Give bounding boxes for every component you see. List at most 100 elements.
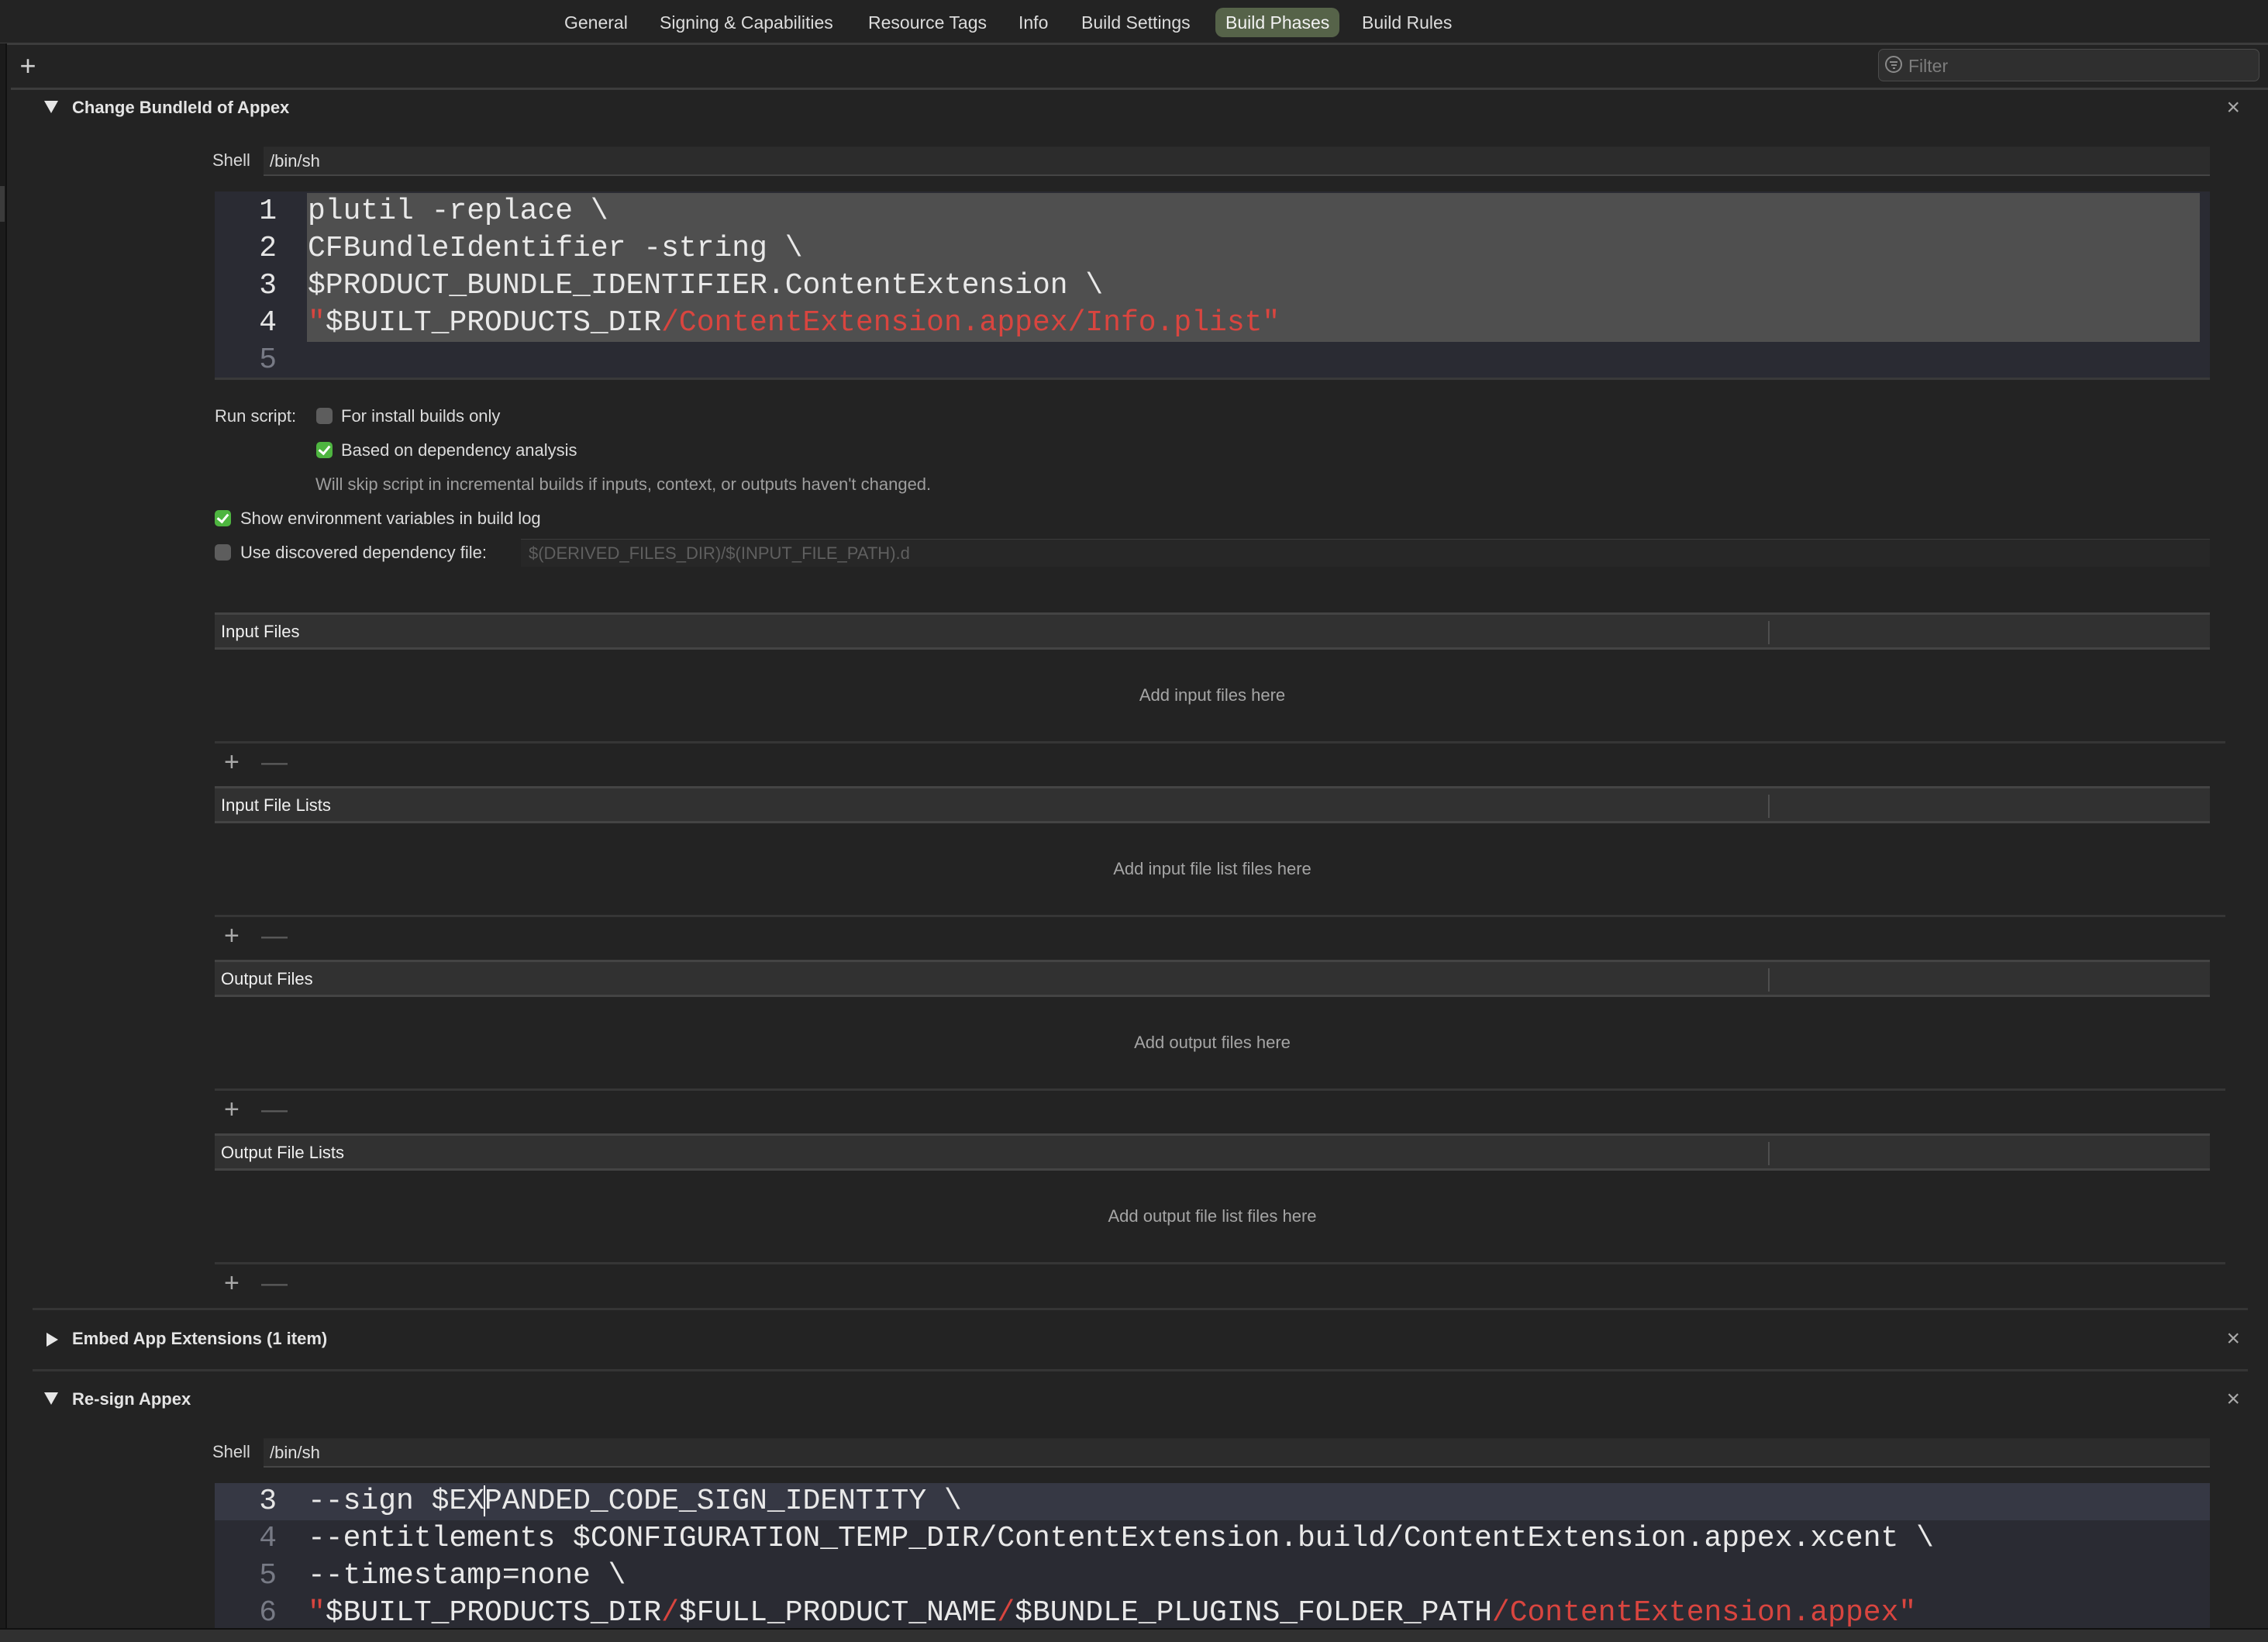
code-token: CFBundleIdentifier -string \ bbox=[308, 232, 803, 265]
shell-label: Shell bbox=[212, 1442, 250, 1461]
tab-bar-divider bbox=[0, 43, 2268, 45]
code-line[interactable]: 3 --sign $EXPANDED_CODE_SIGN_IDENTITY \ bbox=[215, 1483, 2210, 1520]
tab-signing-capabilities[interactable]: Signing & Capabilities bbox=[650, 8, 843, 37]
add-file-list-button[interactable]: + bbox=[224, 920, 240, 951]
line-number: 5 bbox=[259, 1559, 277, 1592]
add-file-button[interactable]: + bbox=[224, 747, 240, 778]
tab-build-phases[interactable]: Build Phases bbox=[1215, 8, 1340, 37]
remove-output-file-button[interactable]: — bbox=[261, 1094, 288, 1125]
filter-input[interactable] bbox=[1907, 53, 2251, 79]
line-number: 1 bbox=[259, 195, 277, 228]
empty-placeholder[interactable]: Add output files here bbox=[215, 997, 2210, 1088]
shell-field[interactable]: /bin/sh bbox=[264, 1438, 2210, 1468]
discovered-dep-file-checkbox[interactable] bbox=[215, 544, 231, 561]
bottom-status-bar bbox=[0, 1628, 2268, 1642]
install-builds-only-label: For install builds only bbox=[341, 406, 501, 426]
code-line[interactable]: 5 bbox=[215, 342, 2210, 378]
phase-title: Change BundleId of Appex bbox=[72, 98, 290, 117]
table-title: Output Files bbox=[221, 969, 313, 988]
line-number: 4 bbox=[259, 306, 277, 340]
code-token: $BUILT_PRODUCTS_DIR bbox=[325, 1596, 662, 1630]
line-number: 6 bbox=[259, 1596, 277, 1630]
phase-header-change-bundleid[interactable]: Change BundleId of Appex × bbox=[33, 93, 2248, 124]
table-footer: + — bbox=[215, 915, 2225, 960]
string-literal: " bbox=[308, 306, 326, 340]
code-token: --entitlements $CONFIGURATION_TEMP_DIR/C… bbox=[308, 1522, 1934, 1555]
dependency-analysis-label: Based on dependency analysis bbox=[341, 440, 577, 460]
code-token: $PRODUCT_BUNDLE_IDENTIFIER.ContentExtens… bbox=[308, 269, 1104, 302]
table-title: Output File Lists bbox=[221, 1143, 344, 1162]
code-text: --sign $EXPANDED_CODE_SIGN_IDENTITY \ bbox=[308, 1483, 962, 1520]
code-line[interactable]: 5 --timestamp=none \ bbox=[215, 1557, 2210, 1595]
phase-title: Embed App Extensions (1 item) bbox=[72, 1329, 328, 1348]
remove-file-button[interactable]: — bbox=[261, 747, 288, 778]
code-line[interactable]: 4 "$BUILT_PRODUCTS_DIR/ContentExtension.a… bbox=[215, 305, 2210, 342]
install-builds-only-checkbox[interactable] bbox=[316, 408, 333, 424]
code-token: --sign $EX bbox=[308, 1485, 485, 1518]
string-literal: /ContentExtension.appex/Info.plist" bbox=[661, 306, 1280, 340]
code-line[interactable]: 3 $PRODUCT_BUNDLE_IDENTIFIER.ContentExten… bbox=[215, 267, 2210, 305]
code-line[interactable]: 1 plutil -replace \ bbox=[215, 193, 2210, 230]
empty-placeholder[interactable]: Add input files here bbox=[215, 650, 2210, 741]
string-literal: / bbox=[997, 1596, 1015, 1630]
tab-resource-tags[interactable]: Resource Tags bbox=[858, 8, 997, 37]
code-text: --entitlements $CONFIGURATION_TEMP_DIR/C… bbox=[308, 1520, 1934, 1557]
dependency-file-field[interactable] bbox=[521, 539, 2210, 567]
tab-build-settings[interactable]: Build Settings bbox=[1071, 8, 1201, 37]
disclosure-triangle-collapsed-icon[interactable] bbox=[47, 1333, 58, 1347]
column-divider[interactable] bbox=[1768, 968, 1770, 992]
script-editor[interactable]: 3 --sign $EXPANDED_CODE_SIGN_IDENTITY \ 4-… bbox=[215, 1483, 2210, 1630]
code-line[interactable]: 6 "$BUILT_PRODUCTS_DIR/$FULL_PRODUCT_NAME… bbox=[215, 1595, 2210, 1630]
code-text: "$BUILT_PRODUCTS_DIR/$FULL_PRODUCT_NAME/… bbox=[308, 1595, 1916, 1630]
column-divider[interactable] bbox=[1768, 621, 1770, 644]
toolbar-divider bbox=[11, 88, 2268, 90]
add-output-file-list-button[interactable]: + bbox=[224, 1268, 240, 1299]
output-files-table: Output Files Add output files here + — bbox=[215, 960, 2225, 1133]
dependency-file-input[interactable] bbox=[527, 541, 1693, 566]
code-line[interactable]: 4 --entitlements $CONFIGURATION_TEMP_DIR/… bbox=[215, 1520, 2210, 1557]
run-script-label: Run script: bbox=[215, 406, 297, 426]
shell-value: /bin/sh bbox=[270, 151, 320, 171]
close-icon[interactable]: × bbox=[2226, 1326, 2240, 1352]
code-token: --timestamp=none \ bbox=[308, 1559, 626, 1592]
remove-file-list-button[interactable]: — bbox=[261, 920, 288, 951]
code-text: $PRODUCT_BUNDLE_IDENTIFIER.ContentExtens… bbox=[308, 267, 1103, 305]
table-title: Input File Lists bbox=[221, 795, 331, 815]
tab-general[interactable]: General bbox=[554, 8, 638, 37]
close-icon[interactable]: × bbox=[2226, 1386, 2240, 1413]
show-env-vars-label: Show environment variables in build log bbox=[240, 509, 541, 528]
line-number: 5 bbox=[259, 343, 277, 377]
table-header: Output Files bbox=[215, 960, 2210, 997]
line-number: 4 bbox=[259, 1522, 277, 1555]
dependency-analysis-checkbox[interactable] bbox=[316, 442, 333, 458]
add-build-phase-button[interactable]: + bbox=[16, 52, 40, 80]
filter-field[interactable] bbox=[1878, 49, 2259, 81]
column-divider[interactable] bbox=[1768, 1142, 1770, 1165]
table-header: Input Files bbox=[215, 612, 2210, 650]
column-divider[interactable] bbox=[1768, 795, 1770, 818]
phase-header-resign-appex[interactable]: Re-sign Appex × bbox=[33, 1385, 2248, 1416]
code-text: CFBundleIdentifier -string \ bbox=[308, 230, 803, 267]
add-output-file-button[interactable]: + bbox=[224, 1094, 240, 1125]
close-icon[interactable]: × bbox=[2226, 95, 2240, 121]
empty-placeholder[interactable]: Add output file list files here bbox=[215, 1171, 2210, 1262]
show-env-vars-checkbox[interactable] bbox=[215, 510, 231, 526]
phase-header-embed-app-extensions[interactable]: Embed App Extensions (1 item) × bbox=[33, 1324, 2248, 1355]
code-line[interactable]: 2 CFBundleIdentifier -string \ bbox=[215, 230, 2210, 267]
remove-output-file-list-button[interactable]: — bbox=[261, 1268, 288, 1299]
shell-value: /bin/sh bbox=[270, 1443, 320, 1462]
empty-placeholder[interactable]: Add input file list files here bbox=[215, 823, 2210, 915]
shell-field[interactable]: /bin/sh bbox=[264, 147, 2210, 176]
disclosure-triangle-expanded-icon[interactable] bbox=[44, 1392, 58, 1405]
line-number: 2 bbox=[259, 232, 277, 265]
phase-divider bbox=[33, 1308, 2248, 1310]
script-editor[interactable]: 1 plutil -replace \ 2 CFBundleIdentifier -s… bbox=[215, 191, 2210, 380]
tab-info[interactable]: Info bbox=[1008, 8, 1058, 37]
table-header: Output File Lists bbox=[215, 1133, 2210, 1171]
phase-title: Re-sign Appex bbox=[72, 1389, 191, 1409]
code-text: plutil -replace \ bbox=[308, 193, 608, 230]
code-token: $BUNDLE_PLUGINS_FOLDER_PATH bbox=[1015, 1596, 1492, 1630]
left-scroll-thumb[interactable] bbox=[0, 186, 5, 222]
tab-build-rules[interactable]: Build Rules bbox=[1352, 8, 1462, 37]
disclosure-triangle-expanded-icon[interactable] bbox=[44, 101, 58, 113]
